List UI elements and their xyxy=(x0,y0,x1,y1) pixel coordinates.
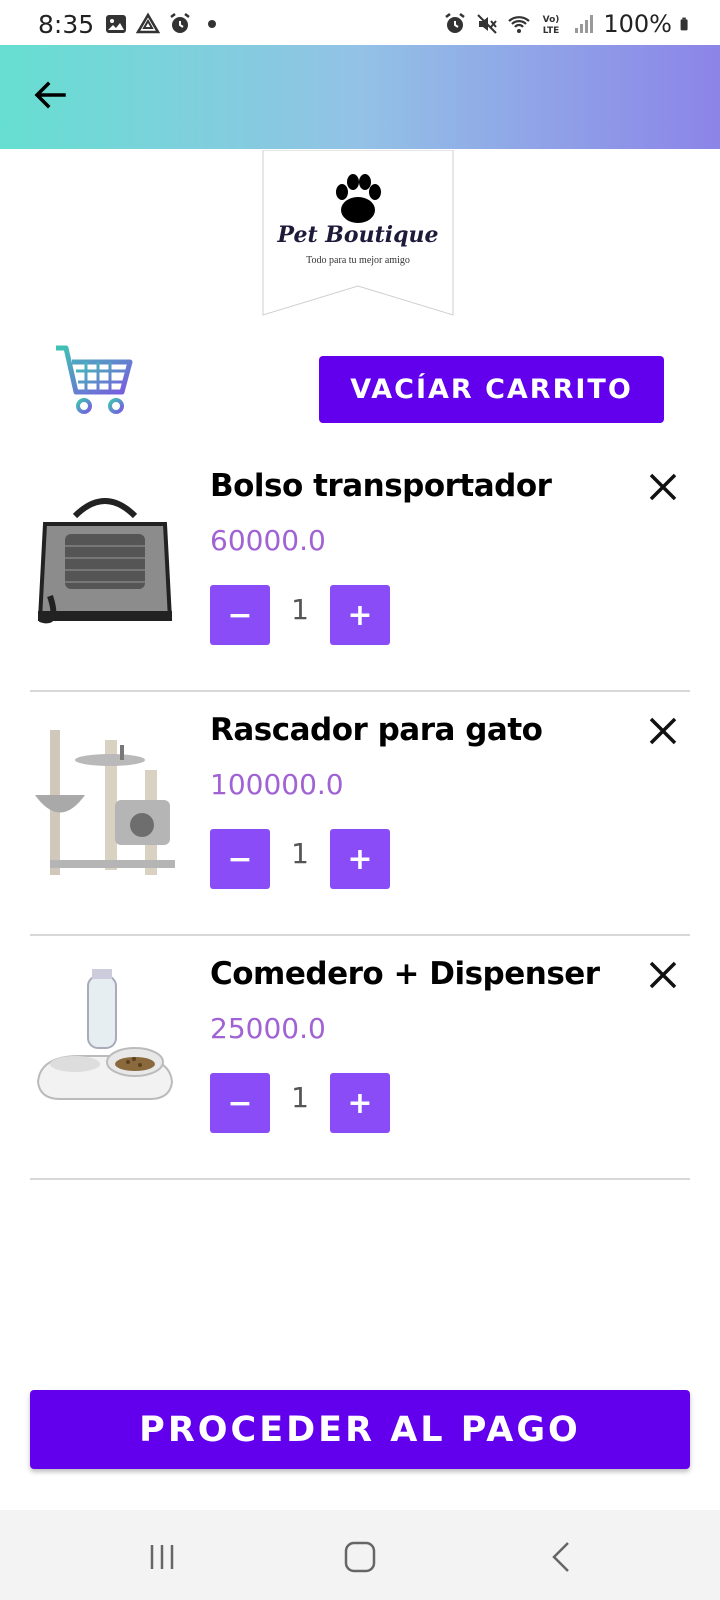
app-bar xyxy=(0,45,720,149)
quantity-value: 1 xyxy=(291,837,309,870)
close-icon[interactable] xyxy=(646,470,680,504)
cart-item: Rascador para gato 100000.0 − 1 + xyxy=(30,692,690,936)
cart-item: Comedero + Dispenser 25000.0 − 1 + xyxy=(30,936,690,1180)
status-right-icons: Vo) LTE 100% xyxy=(443,10,694,38)
volte-icon: Vo)LTE xyxy=(543,15,560,36)
dot-icon xyxy=(208,20,217,28)
item-name: Comedero + Dispenser xyxy=(210,956,600,992)
battery-icon xyxy=(680,17,688,31)
home-icon[interactable] xyxy=(338,1535,382,1579)
battery-percent: 100% xyxy=(603,10,672,38)
system-nav-bar xyxy=(0,1510,720,1600)
item-price: 25000.0 xyxy=(210,1012,326,1045)
item-name: Rascador para gato xyxy=(210,712,543,748)
item-price: 100000.0 xyxy=(210,768,344,801)
close-icon[interactable] xyxy=(646,714,680,748)
status-bar: 8:35 Vo) LTE 100% xyxy=(0,0,720,48)
gallery-icon xyxy=(106,15,127,33)
decrease-quantity-button[interactable]: − xyxy=(210,585,270,645)
svg-text:Vo): Vo) xyxy=(543,15,560,25)
decrease-quantity-button[interactable]: − xyxy=(210,1073,270,1133)
item-price: 60000.0 xyxy=(210,524,326,557)
increase-quantity-button[interactable]: + xyxy=(330,829,390,889)
quantity-value: 1 xyxy=(291,1081,309,1114)
signal-icon xyxy=(575,15,594,33)
wifi-icon xyxy=(508,16,531,33)
cart-items-list: Bolso transportador 60000.0 − 1 + Rascad… xyxy=(30,448,690,1180)
increase-quantity-button[interactable]: + xyxy=(330,1073,390,1133)
item-name: Bolso transportador xyxy=(210,468,552,504)
cat-scratcher-image xyxy=(35,730,175,875)
shopping-cart-icon xyxy=(56,345,133,414)
increase-quantity-button[interactable]: + xyxy=(330,585,390,645)
svg-text:LTE: LTE xyxy=(543,26,560,36)
pet-boutique-logo: Pet Boutique Todo para tu mejor amigo xyxy=(262,149,454,320)
alarm-icon xyxy=(170,13,190,33)
empty-cart-button[interactable]: VACÍAR CARRITO xyxy=(319,356,664,423)
quantity-value: 1 xyxy=(291,593,309,626)
cart-item: Bolso transportador 60000.0 − 1 + xyxy=(30,448,690,692)
alarm-icon xyxy=(445,13,466,33)
status-time: 8:35 xyxy=(38,9,95,39)
logo-brand: Pet Boutique xyxy=(277,222,439,248)
checkout-button[interactable]: PROCEDER AL PAGO xyxy=(30,1390,690,1469)
back-icon[interactable] xyxy=(540,1535,584,1579)
decrease-quantity-button[interactable]: − xyxy=(210,829,270,889)
status-left-icons xyxy=(104,12,224,36)
recent-apps-icon[interactable] xyxy=(140,1535,184,1579)
logo-tagline: Todo para tu mejor amigo xyxy=(306,255,410,266)
feeder-dispenser-image xyxy=(36,969,174,1100)
mute-icon xyxy=(477,14,498,34)
close-icon[interactable] xyxy=(646,958,680,992)
arrow-left-icon[interactable] xyxy=(30,75,70,115)
drive-icon xyxy=(136,12,161,34)
pet-carrier-image xyxy=(37,498,173,624)
